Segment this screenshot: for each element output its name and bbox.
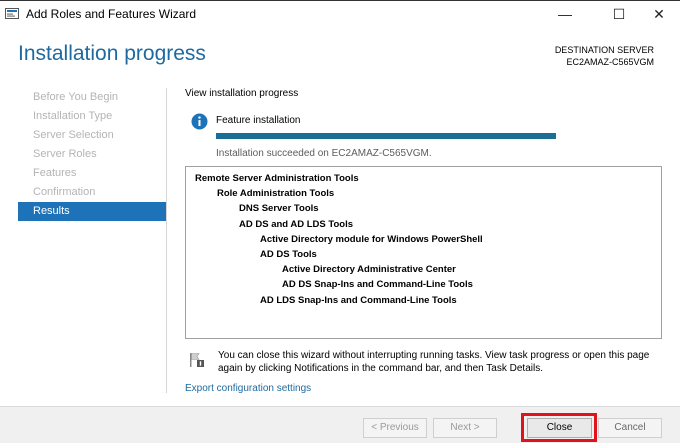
minimize-button[interactable]: — [542,1,588,27]
page-title: Installation progress [18,42,206,65]
destination-server-name: EC2AMAZ-C565VGM [566,57,654,67]
destination-label: DESTINATION SERVER [554,45,654,55]
server-manager-icon [5,8,19,19]
nav-item-features[interactable]: Features [18,164,166,183]
result-item: AD LDS Snap-Ins and Command-Line Tools [260,294,457,306]
installation-progress-bar [216,133,556,139]
close-window-button[interactable]: ✕ [636,1,680,27]
nav-item-server-roles[interactable]: Server Roles [18,145,166,164]
result-item: Active Directory module for Windows Powe… [260,233,483,245]
nav-item-before-you-begin[interactable]: Before You Begin [18,88,166,107]
previous-button[interactable]: < Previous [363,418,427,438]
export-configuration-link[interactable]: Export configuration settings [185,383,311,394]
flag-note-icon [190,353,204,367]
result-item: Role Administration Tools [217,188,335,200]
nav-item-results[interactable]: Results [18,202,166,221]
close-wizard-note: You can close this wizard without interr… [218,350,650,374]
nav-item-installation-type[interactable]: Installation Type [18,107,166,126]
window-title: Add Roles and Features Wizard [26,7,197,21]
results-list[interactable]: Remote Server Administration Tools Role A… [185,166,662,339]
cancel-button[interactable]: Cancel [598,418,662,438]
destination-server: DESTINATION SERVER EC2AMAZ-C565VGM [555,44,654,68]
next-button[interactable]: Next > [433,418,497,438]
progress-fill [216,133,556,139]
result-item: AD DS and AD LDS Tools [239,218,353,230]
nav-item-confirmation[interactable]: Confirmation [18,183,166,202]
title-bar: Add Roles and Features Wizard — ☐ ✕ [0,0,680,26]
wizard-nav: Before You Begin Installation Type Server … [18,88,166,221]
result-item: Active Directory Administrative Center [282,264,456,276]
result-item: DNS Server Tools [239,203,319,215]
nav-item-server-selection[interactable]: Server Selection [18,126,166,145]
info-icon [191,113,208,130]
result-item: Remote Server Administration Tools [195,173,359,184]
installation-status: Installation succeeded on EC2AMAZ-C565VG… [216,148,432,159]
close-button-highlight [521,413,597,442]
view-progress-label: View installation progress [185,88,299,99]
nav-divider [166,88,167,393]
result-item: AD DS Tools [260,249,317,260]
result-item: AD DS Snap-Ins and Command-Line Tools [282,279,473,291]
feature-installation-label: Feature installation [216,115,301,126]
